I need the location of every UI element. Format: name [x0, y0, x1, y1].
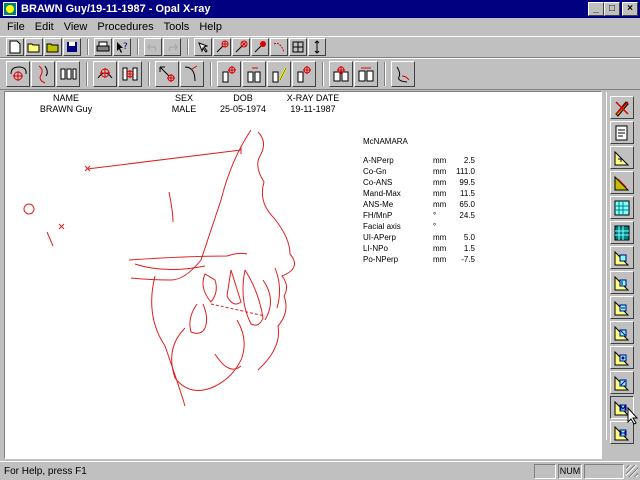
skull-target-icon[interactable] [6, 61, 30, 87]
tracing-toolbar [0, 58, 640, 90]
menu-procedures[interactable]: Procedures [92, 21, 158, 33]
close-button[interactable]: × [622, 2, 638, 16]
tracing-canvas[interactable]: NAME SEX DOB X-RAY DATE BRAWN Guy MALE 2… [4, 91, 602, 459]
mcnamara-results: McNAMARA A-NPerp mm 2.5 Co-Gn mm 111.0 Co-AN… [363, 137, 475, 265]
vertical-measure-icon[interactable] [308, 38, 326, 56]
menu-file[interactable]: File [2, 21, 30, 33]
menu-view[interactable]: View [59, 21, 93, 33]
analysis-b-icon[interactable] [610, 271, 634, 294]
result-row: Co-Gn mm 111.0 [363, 167, 475, 176]
posterior-occlusal [274, 267, 281, 309]
upper-molar [202, 273, 217, 303]
analysis-sidebar [606, 92, 638, 444]
menu-help[interactable]: Help [194, 21, 227, 33]
landmark-plus-icon[interactable] [213, 38, 231, 56]
triangle-measure-icon[interactable] [610, 146, 634, 169]
landmark-plus-alt-icon[interactable] [232, 38, 250, 56]
app-icon[interactable] [3, 2, 17, 16]
tooth-target-c-icon[interactable] [267, 61, 291, 87]
result-row: A-NPerp mm 2.5 [363, 156, 475, 165]
analysis-d-icon[interactable] [610, 321, 634, 344]
result-row: Facial axis ° [363, 222, 437, 231]
delete-tracing-icon[interactable] [610, 96, 634, 119]
status-bar: For Help, press F1 NUM [0, 461, 640, 480]
curve-icon[interactable] [270, 38, 288, 56]
teeth-icon[interactable] [56, 61, 80, 87]
analysis-f-icon[interactable] [610, 371, 634, 394]
grid-measure-alt-icon[interactable] [610, 221, 634, 244]
mandible [171, 319, 245, 391]
landmark-move-icon[interactable] [251, 38, 269, 56]
tooth-target-b-icon[interactable] [242, 61, 266, 87]
result-row: UI-APerp mm 5.0 [363, 233, 475, 242]
redo-icon[interactable] [163, 38, 181, 56]
menu-bar: File Edit View Procedures Tools Help [0, 18, 640, 36]
upper-incisor [226, 269, 242, 305]
teeth-target-icon[interactable] [118, 61, 142, 87]
articulare-mark [58, 223, 65, 230]
maximize-button[interactable]: □ [604, 2, 620, 16]
num-lock-indicator: NUM [558, 463, 582, 479]
svg-text:?: ? [123, 42, 128, 52]
porion [23, 203, 35, 215]
result-row: LI-NPo mm 1.5 [363, 244, 475, 253]
grid-icon[interactable] [289, 38, 307, 56]
sn-line [86, 149, 242, 170]
skull-contour [130, 129, 252, 281]
lower-lip [262, 279, 271, 321]
grid-measure-icon[interactable] [610, 196, 634, 219]
result-row: Co-ANS mm 99.5 [363, 178, 475, 187]
menu-edit[interactable]: Edit [30, 21, 59, 33]
profile-soft-tissue [257, 131, 295, 371]
upper-jaw-target-icon[interactable] [93, 61, 117, 87]
analysis-c-icon[interactable] [610, 296, 634, 319]
open-folder-icon[interactable] [25, 38, 43, 56]
chin-profile-icon[interactable] [391, 61, 415, 87]
result-row: Mand-Max mm 11.5 [363, 189, 475, 198]
document-icon[interactable] [610, 121, 634, 144]
condyle-mark [46, 231, 54, 247]
profile-face-icon[interactable] [31, 61, 55, 87]
tooth-target-d-icon[interactable] [292, 61, 316, 87]
mouse-cursor-icon [627, 407, 639, 425]
undo-icon[interactable] [144, 38, 162, 56]
status-panel-empty [534, 463, 556, 479]
status-panel-empty-2 [584, 463, 624, 479]
palatal-plane [128, 252, 248, 261]
arrow-target-icon[interactable] [155, 61, 179, 87]
resize-grip[interactable] [626, 465, 638, 477]
help-pointer-icon[interactable]: ? [113, 38, 131, 56]
minimize-button[interactable]: _ [588, 2, 604, 16]
result-row: ANS-Me mm 65.0 [363, 200, 475, 209]
molar-target-icon[interactable] [329, 61, 353, 87]
new-file-icon[interactable] [6, 38, 24, 56]
molar-icon[interactable] [354, 61, 378, 87]
occlusal-line [210, 303, 266, 317]
tooth-target-a-icon[interactable] [217, 61, 241, 87]
lower-molar [189, 303, 208, 334]
analysis-e-icon[interactable] [610, 346, 634, 369]
lower-incisor [242, 269, 264, 326]
open-folder-alt-icon[interactable] [44, 38, 62, 56]
window-title: BRAWN Guy/19-11-1987 - Opal X-ray [21, 3, 211, 15]
cephalometric-tracing [23, 129, 295, 407]
save-icon[interactable] [63, 38, 81, 56]
orbit [168, 191, 174, 223]
select-arrow-icon[interactable] [194, 38, 212, 56]
analysis-a-icon[interactable] [610, 246, 634, 269]
title-bar: BRAWN Guy/19-11-1987 - Opal X-ray _ □ × [0, 0, 640, 18]
menu-tools[interactable]: Tools [159, 21, 195, 33]
result-row: Po-NPerp mm -7.5 [363, 255, 475, 264]
arrow-curve-icon[interactable] [180, 61, 204, 87]
status-text: For Help, press F1 [4, 465, 87, 477]
mandible-ramus [151, 275, 186, 407]
analysis-title: McNAMARA [363, 137, 408, 146]
standard-toolbar: ? [0, 36, 640, 58]
result-row: FH/MnP ° 24.5 [363, 211, 475, 220]
print-icon[interactable] [94, 38, 112, 56]
triangle-measure-alt-icon[interactable] [610, 171, 634, 194]
